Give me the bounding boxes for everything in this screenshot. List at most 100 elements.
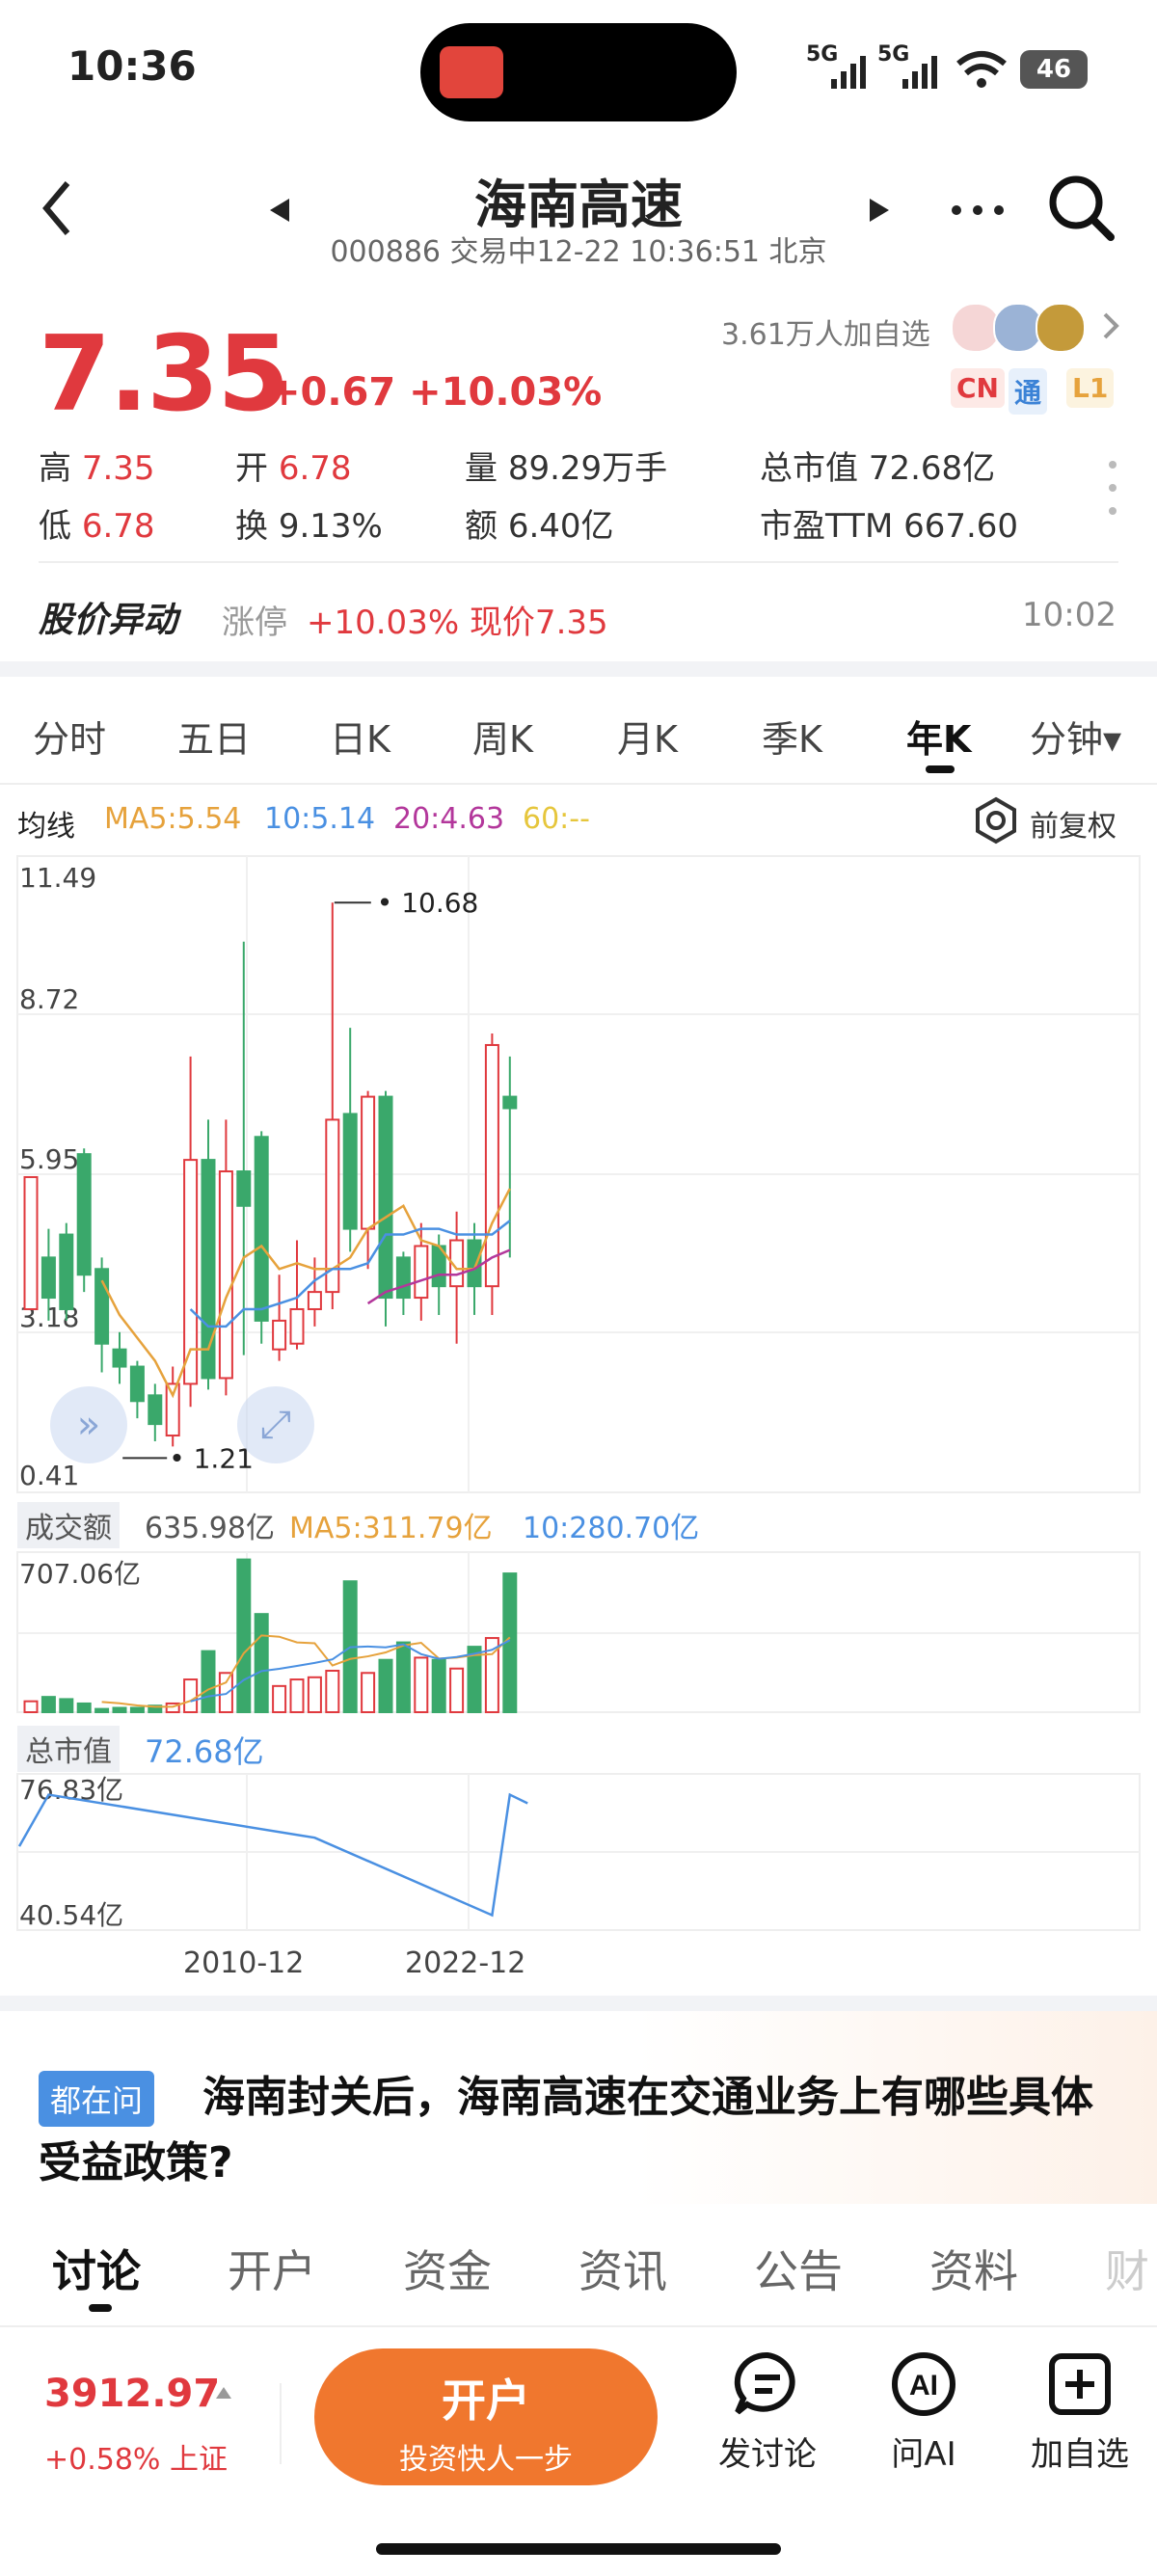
up-arrow-icon [216, 2387, 231, 2399]
fullscreen-icon[interactable]: ⤢ [237, 1386, 314, 1463]
volume-bar [378, 1658, 393, 1714]
more-dots-icon[interactable] [949, 199, 1007, 222]
status-time: 10:36 [67, 42, 197, 90]
volume-bar [76, 1702, 92, 1713]
max-marker-label: • 10.68 [377, 887, 479, 919]
post-discussion-button[interactable]: 发讨论 [710, 2350, 825, 2475]
trade-time: 交易中12-22 10:36:51 北京 [449, 235, 827, 269]
stock-code: 000886 [330, 235, 441, 269]
candle-body [201, 1159, 216, 1380]
wifi-icon [956, 51, 1007, 88]
alert-value: +10.03% 现价7.35 [307, 604, 608, 642]
divider [280, 2383, 282, 2464]
tab-five-day[interactable]: 五日 [177, 710, 251, 763]
tab-open-account[interactable]: 开户 [228, 2237, 316, 2300]
tab-funds[interactable]: 资金 [403, 2237, 492, 2300]
volume-bar [325, 1670, 340, 1714]
gear-icon[interactable] [972, 796, 1020, 845]
x-axis-label: 2022-12 [405, 1946, 525, 1980]
tab-news[interactable]: 资讯 [578, 2237, 667, 2300]
ma5-value: MA5:5.54 [104, 802, 242, 836]
chevron-right-icon[interactable] [1101, 310, 1120, 341]
candle-body [289, 1307, 305, 1345]
open-account-button[interactable]: 开户 投资快人一步 [314, 2348, 658, 2485]
volume-bar [129, 1706, 145, 1714]
tab-monthly-k[interactable]: 月K [617, 710, 678, 763]
tab-discussion[interactable]: 讨论 [52, 2237, 141, 2300]
candle-body [307, 1291, 322, 1310]
badge-cn: CN [951, 368, 1005, 408]
market-cap-line [17, 1792, 528, 1918]
triangle-right-icon[interactable] [868, 197, 891, 224]
volume-label: 成交额 [17, 1502, 120, 1548]
volume-panel: 707.06亿 [16, 1551, 1141, 1714]
candle-body [484, 1043, 499, 1288]
candle-body [414, 1245, 429, 1300]
home-indicator [376, 2543, 781, 2555]
candle-body [94, 1268, 110, 1345]
badge-tong: 通 [1009, 368, 1048, 415]
ask-ai-button[interactable]: AI 问AI [866, 2350, 982, 2475]
trade-status: 000886 交易中12-22 10:36:51 北京 [0, 228, 1157, 270]
volume-bar [236, 1558, 252, 1713]
tab-yearly-k[interactable]: 年K [906, 710, 971, 763]
mcap-axis-min: 40.54亿 [19, 1899, 123, 1931]
volume-bar [431, 1658, 446, 1714]
adjust-mode[interactable]: 前复权 [1030, 802, 1117, 845]
index-change[interactable]: +0.58% 上证 [44, 2435, 228, 2478]
tab-announcements[interactable]: 公告 [754, 2237, 843, 2300]
volume-bar [289, 1678, 305, 1714]
price-change: +0.67 +10.03% [268, 370, 603, 415]
candle-body [148, 1394, 163, 1426]
candle-body [218, 1170, 233, 1380]
cta-sub: 投资快人一步 [399, 2443, 573, 2477]
svg-text:AI: AI [909, 2370, 938, 2402]
search-icon[interactable] [1047, 174, 1117, 243]
stat-volume: 量 89.29万手 [465, 449, 668, 488]
volume-bar [272, 1684, 287, 1713]
min-marker-label: • 1.21 [169, 1442, 254, 1474]
tab-intraday[interactable]: 分时 [33, 710, 106, 763]
volume-bar [307, 1676, 322, 1714]
followers-count[interactable]: 3.61万人加自选 [721, 310, 930, 353]
tab-minute[interactable]: 分钟▾ [1030, 710, 1121, 763]
divider [0, 783, 1157, 785]
x-axis-label: 2010-12 [183, 1946, 304, 1980]
question-text[interactable]: 海南封关后，海南高速在交通业务上有哪些具体受益政策? [39, 2065, 1118, 2196]
ma10-value: 10:5.14 [264, 802, 376, 836]
more-vertical-icon[interactable] [1105, 459, 1120, 517]
tab-quarterly-k[interactable]: 季K [762, 710, 822, 763]
add-watchlist-button[interactable]: 加自选 [1022, 2350, 1138, 2475]
candle-body [165, 1382, 180, 1437]
candle-body [467, 1239, 482, 1288]
section-band [0, 1996, 1157, 2011]
alert-time: 10:02 [1022, 596, 1117, 634]
volume-bar [183, 1678, 199, 1714]
mcap-axis-max: 76.83亿 [19, 1774, 123, 1806]
ma5-line [100, 1188, 511, 1399]
section-band [0, 661, 1157, 677]
volume-bar [112, 1706, 127, 1714]
stat-open: 开 6.78 [235, 449, 352, 488]
ma-label: 均线 [17, 810, 75, 844]
volume-axis-max: 707.06亿 [19, 1558, 141, 1590]
tab-finance[interactable]: 财 [1105, 2237, 1149, 2300]
index-value[interactable]: 3912.97 [44, 2372, 220, 2416]
ai-icon: AI [892, 2352, 955, 2416]
tab-weekly-k[interactable]: 周K [472, 710, 533, 763]
ma20-value: 20:4.63 [393, 802, 505, 836]
tab-daily-k[interactable]: 日K [330, 710, 390, 763]
tab-indicator [89, 2304, 112, 2312]
stat-high: 高 7.35 [39, 449, 155, 488]
volume-bar [414, 1656, 429, 1714]
ma60-value: 60:-- [523, 802, 590, 836]
avatar [1036, 303, 1086, 353]
tab-profile[interactable]: 资料 [929, 2237, 1018, 2300]
price-axis-label: 11.49 [19, 862, 96, 894]
current-price: 7.35 [39, 314, 289, 435]
candle-body [395, 1256, 411, 1300]
candle-body [76, 1153, 92, 1276]
expand-icon[interactable]: » [50, 1386, 127, 1463]
kline-chart[interactable]: 11.49 8.72 5.95 3.18 0.41 • 10.68• 1.21 … [0, 848, 1157, 2015]
price-axis-label: 8.72 [19, 983, 79, 1015]
